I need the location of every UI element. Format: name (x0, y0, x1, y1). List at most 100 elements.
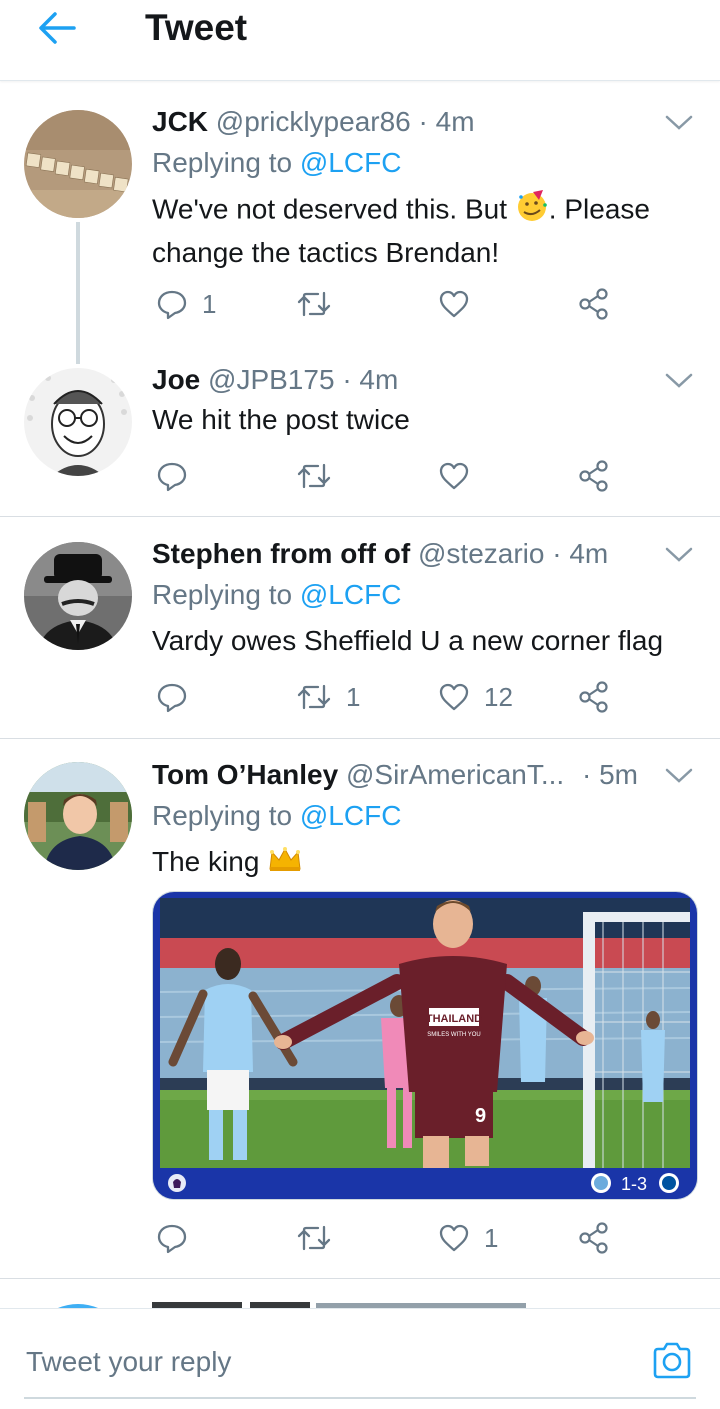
tweet-1-actions: 1 (152, 284, 632, 324)
reply-icon (157, 462, 187, 492)
like-button[interactable] (438, 284, 484, 324)
retweet-icon (297, 684, 331, 710)
share-button[interactable] (578, 1218, 610, 1258)
tweet-4-actions: 1 (152, 1218, 632, 1258)
retweet-button[interactable]: 1 (296, 677, 360, 717)
heart-icon (439, 683, 469, 711)
reply-icon (157, 1224, 187, 1254)
back-button[interactable] (36, 8, 80, 48)
tweet-1-time: · 4m (418, 106, 475, 137)
tweet-4-photo[interactable]: THAILAND SMILES WITH YOU 9 1-3 (152, 891, 698, 1200)
like-button[interactable]: 1 (438, 1218, 498, 1258)
tweet-2-handle[interactable]: @JPB175 (208, 364, 335, 395)
tweet-1-replying-to: Replying to @LCFC (152, 145, 401, 181)
tweet-divider (0, 738, 720, 739)
top-app-bar: Tweet (0, 0, 720, 81)
tweet-4-author-name[interactable]: Tom O’Hanley (152, 759, 338, 790)
share-button[interactable] (578, 677, 610, 717)
tweet-4-handle[interactable]: @SirAmericanT... (346, 759, 564, 790)
replying-to-label: Replying to (152, 579, 293, 610)
avatar-tom[interactable] (24, 762, 132, 870)
reply-button[interactable]: 1 (156, 284, 216, 324)
svg-text:9: 9 (475, 1105, 486, 1127)
arrow-left-icon (39, 12, 76, 44)
tweet-3-time: · 4m (552, 538, 609, 569)
tweet-1-handle[interactable]: @pricklypear86 (216, 106, 411, 137)
reply-input-underline (24, 1397, 696, 1399)
share-icon (579, 288, 608, 320)
retweet-icon (297, 291, 331, 317)
retweet-icon (297, 1225, 331, 1251)
reply-icon (157, 683, 187, 713)
retweet-button[interactable] (296, 1218, 346, 1258)
partying-face-emoji (515, 189, 549, 233)
match-score: 1-3 (621, 1174, 647, 1194)
tweet-divider (0, 516, 720, 517)
share-icon (579, 681, 608, 713)
retweet-icon (297, 463, 331, 489)
tweet-2-meta: Joe @JPB175 · 4m (152, 362, 398, 398)
reply-icon (157, 290, 187, 320)
tweet-3-replying-to: Replying to @LCFC (152, 577, 401, 613)
reply-button[interactable] (156, 456, 202, 496)
avatar-joe[interactable] (24, 368, 132, 476)
reply-button[interactable] (156, 1218, 202, 1258)
replying-to-label: Replying to (152, 800, 293, 831)
retweet-button[interactable] (296, 284, 346, 324)
tweet-2-author-name[interactable]: Joe (152, 364, 200, 395)
tweet-4-time: · 5m (582, 759, 638, 790)
chevron-down-icon (665, 768, 693, 783)
thread-connector (76, 222, 80, 364)
tweet-4-menu-button[interactable] (664, 766, 694, 786)
tweet-3-actions: 1 12 (152, 677, 632, 717)
tweet-3-author-name[interactable]: Stephen from off of (152, 538, 410, 569)
share-icon (579, 460, 608, 492)
tweet-3-text: Vardy owes Sheffield U a new corner flag (152, 625, 664, 656)
tweet-2-time: · 4m (342, 364, 399, 395)
next-tweet-peek (0, 1280, 720, 1308)
tweet-4-meta: Tom O’Hanley @SirAmericanT... · 5m (152, 757, 638, 793)
tweet-1-menu-button[interactable] (664, 113, 694, 133)
replying-to-label: Replying to (152, 147, 293, 178)
chevron-down-icon (665, 547, 693, 562)
retweet-button[interactable] (296, 456, 346, 496)
reply-composer (0, 1308, 720, 1409)
tweet-2-menu-button[interactable] (664, 371, 694, 391)
tweet-3-meta: Stephen from off of @stezario · 4m (152, 536, 608, 572)
retweet-count: 1 (346, 681, 361, 712)
mention-link[interactable]: @LCFC (300, 579, 402, 610)
heart-icon (439, 290, 469, 318)
tweet-4-replying-to: Replying to @LCFC (152, 798, 401, 834)
like-button[interactable] (438, 456, 484, 496)
tweet-4-text-main: The king (152, 846, 268, 877)
reply-button[interactable] (156, 677, 202, 717)
mention-link[interactable]: @LCFC (300, 147, 402, 178)
tweet-4-text: The king (152, 842, 692, 883)
share-button[interactable] (578, 456, 610, 496)
avatar-stephen[interactable] (24, 542, 132, 650)
tweet-1-meta: JCK @pricklypear86 · 4m (152, 104, 475, 140)
heart-icon (439, 1224, 469, 1252)
tweet-1-author-name[interactable]: JCK (152, 106, 208, 137)
reply-input[interactable] (24, 1329, 648, 1395)
tweet-divider (0, 1278, 720, 1279)
like-count: 12 (484, 681, 513, 712)
tweet-3-handle[interactable]: @stezario (418, 538, 544, 569)
tweet-2-text: We hit the post twice (152, 404, 410, 435)
like-count: 1 (484, 1222, 499, 1253)
tweet-1-text: We've not deserved this. But . Please ch… (152, 189, 692, 272)
mention-link[interactable]: @LCFC (300, 800, 402, 831)
camera-icon (653, 1342, 691, 1379)
shirt-sponsor-subtext: SMILES WITH YOU (427, 1032, 481, 1038)
tweet-3-menu-button[interactable] (664, 545, 694, 565)
like-button[interactable]: 12 (438, 677, 513, 717)
page-title: Tweet (145, 7, 248, 48)
heart-icon (439, 462, 469, 490)
crown-emoji (267, 844, 303, 883)
avatar-jck[interactable] (24, 110, 132, 218)
share-icon (579, 1222, 608, 1254)
tweet-2-actions (152, 456, 632, 496)
share-button[interactable] (578, 284, 610, 324)
reply-count: 1 (202, 288, 217, 319)
camera-button[interactable] (650, 1339, 694, 1383)
